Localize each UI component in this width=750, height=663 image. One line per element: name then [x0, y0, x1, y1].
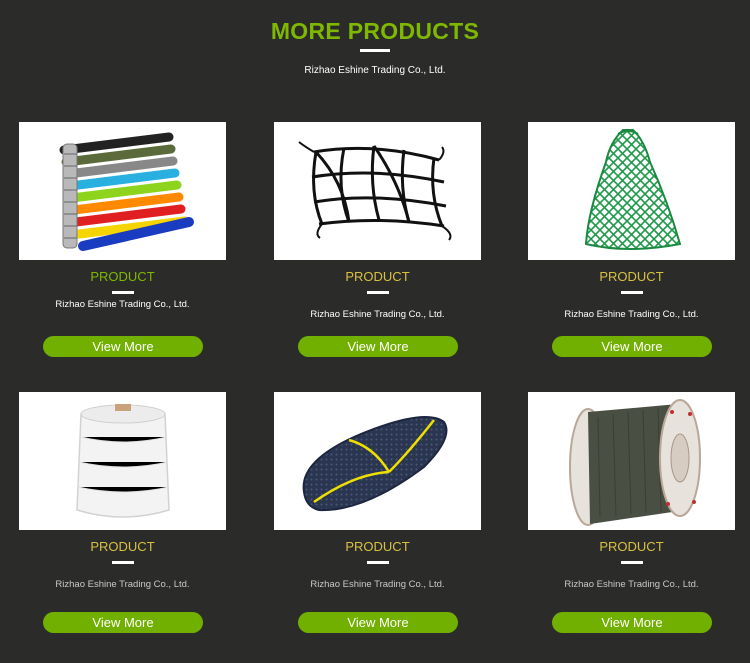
view-more-button[interactable]: View More	[552, 612, 712, 633]
company-name: Rizhao Eshine Trading Co., Ltd.	[55, 299, 190, 310]
view-more-button[interactable]: View More	[43, 612, 203, 633]
seat-cover-net-image[interactable]	[274, 392, 481, 530]
view-more-button[interactable]: View More	[43, 336, 203, 357]
view-more-button[interactable]: View More	[298, 612, 458, 633]
view-more-button[interactable]: View More	[552, 336, 712, 357]
card-divider	[367, 561, 389, 564]
product-label: PRODUCT	[599, 539, 664, 554]
title-divider	[360, 49, 390, 52]
cargo-net-image[interactable]	[274, 122, 481, 260]
product-label: PRODUCT	[345, 269, 410, 284]
card-divider	[621, 291, 643, 294]
product-label: PRODUCT	[90, 539, 155, 554]
company-name: Rizhao Eshine Trading Co., Ltd.	[310, 309, 445, 320]
product-label: PRODUCT	[90, 269, 155, 284]
page-subtitle: Rizhao Eshine Trading Co., Ltd.	[304, 65, 446, 76]
card-divider	[112, 291, 134, 294]
wire-rope-reel-image[interactable]	[528, 392, 735, 530]
product-label: PRODUCT	[599, 269, 664, 284]
company-name: Rizhao Eshine Trading Co., Ltd.	[564, 579, 699, 590]
product-label: PRODUCT	[345, 539, 410, 554]
ratchet-straps-image[interactable]	[19, 122, 226, 260]
twine-spool-image[interactable]	[19, 392, 226, 530]
card-divider	[621, 561, 643, 564]
hay-net-image[interactable]	[528, 122, 735, 260]
card-divider	[367, 291, 389, 294]
card-divider	[112, 561, 134, 564]
page-title: MORE PRODUCTS	[270, 18, 480, 44]
company-name: Rizhao Eshine Trading Co., Ltd.	[55, 579, 190, 590]
view-more-button[interactable]: View More	[298, 336, 458, 357]
company-name: Rizhao Eshine Trading Co., Ltd.	[564, 309, 699, 320]
company-name: Rizhao Eshine Trading Co., Ltd.	[310, 579, 445, 590]
